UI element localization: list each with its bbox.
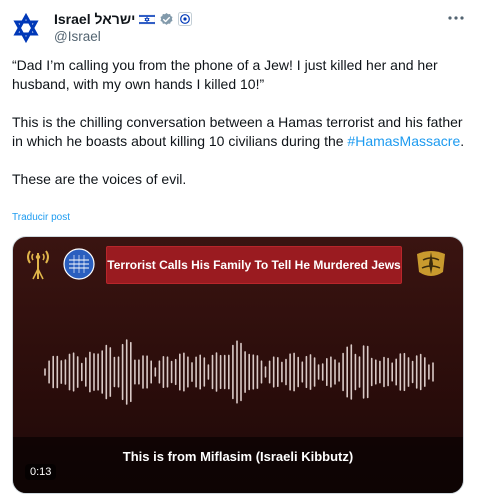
tweet-header: Israel ישראל @Israel	[54, 10, 455, 44]
name-row: Israel ישראל	[54, 10, 455, 28]
more-options-icon	[448, 16, 464, 20]
hashtag-link[interactable]: #HamasMassacre	[347, 133, 460, 149]
star-of-david-icon	[8, 10, 44, 46]
video-headline: Terrorist Calls His Family To Tell He Mu…	[107, 258, 401, 272]
video-header: Terrorist Calls His Family To Tell He Mu…	[13, 237, 463, 293]
more-options-button[interactable]	[447, 12, 465, 24]
display-name[interactable]: Israel ישראל	[54, 11, 135, 27]
israel-flag-icon	[139, 13, 156, 25]
tweet-paragraph-2: This is the chilling conversation betwee…	[12, 113, 472, 151]
tweet-paragraph-2-end: .	[460, 133, 465, 149]
tweet: Israel ישראל @Israel “Dad I’m calling yo…	[0, 0, 483, 499]
tweet-paragraph-1: “Dad I’m calling you from the phone of a…	[12, 57, 438, 92]
intelligence-unit-logo-icon	[63, 248, 95, 280]
video-time: 0:13	[25, 464, 57, 480]
translate-post-link[interactable]: Traducir post	[12, 212, 70, 223]
government-affiliation-icon[interactable]	[178, 12, 193, 26]
idf-emblem-icon	[417, 251, 445, 276]
audio-waveform	[44, 339, 434, 405]
caption-bar	[13, 437, 463, 493]
antenna-logo-icon	[27, 250, 49, 280]
avatar[interactable]	[8, 10, 44, 46]
tweet-text: “Dad I’m calling you from the phone of a…	[12, 56, 472, 189]
video-caption: This is from Miflasim (Israeli Kibbutz)	[122, 449, 354, 464]
handle[interactable]: @Israel	[54, 29, 455, 44]
tweet-paragraph-3: These are the voices of evil.	[12, 171, 187, 187]
video-player[interactable]: Terrorist Calls His Family To Tell He Mu…	[12, 236, 464, 494]
verified-badge-icon[interactable]	[159, 12, 174, 27]
headline-banner: Terrorist Calls His Family To Tell He Mu…	[106, 246, 402, 284]
